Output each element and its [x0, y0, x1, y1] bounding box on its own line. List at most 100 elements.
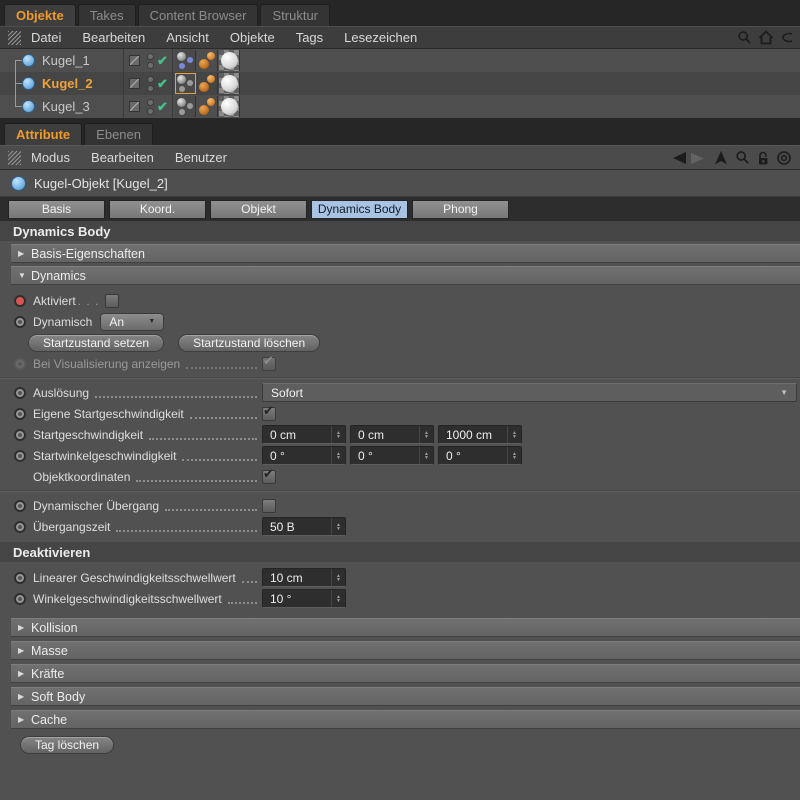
menu-lesezeichen[interactable]: Lesezeichen — [344, 30, 417, 45]
eigene-startgeschwindigkeit-checkbox[interactable]: ✔ — [262, 407, 276, 421]
section-kollision[interactable]: ▶ Kollision — [11, 618, 800, 637]
keyframe-circle[interactable] — [14, 521, 26, 533]
keyframe-circle[interactable] — [14, 429, 26, 441]
menu-datei[interactable]: Datei — [31, 30, 61, 45]
up-arrow-icon[interactable] — [713, 150, 729, 166]
tab-basis[interactable]: Basis — [8, 200, 105, 219]
startwinkel-y-field[interactable]: 0 °▲▼ — [350, 446, 434, 465]
collapse-arrow-icon[interactable]: ▶ — [18, 623, 26, 632]
startzustand-setzen-button[interactable]: Startzustand setzen — [28, 334, 164, 352]
ausloesung-dropdown[interactable]: Sofort ▼ — [262, 383, 797, 402]
stepper[interactable]: ▲▼ — [507, 447, 521, 464]
tab-dynamics-body[interactable]: Dynamics Body — [311, 200, 408, 219]
tab-objekt[interactable]: Objekt — [210, 200, 307, 219]
visibility-dots[interactable] — [147, 76, 154, 92]
rigid-body-tag-icon[interactable] — [197, 96, 218, 117]
startzustand-loeschen-button[interactable]: Startzustand löschen — [178, 334, 320, 352]
section-basis-eigenschaften[interactable]: ▶ Basis-Eigenschaften — [11, 244, 800, 263]
dynamics-tag-icon-selected[interactable] — [175, 73, 196, 94]
keyframe-circle[interactable] — [14, 500, 26, 512]
enabled-check-icon[interactable]: ✔ — [157, 53, 168, 69]
layer-icon[interactable] — [129, 101, 140, 112]
tab-koord[interactable]: Koord. — [109, 200, 206, 219]
object-name[interactable]: Kugel_1 — [42, 53, 90, 68]
panel-grip-icon[interactable] — [8, 31, 21, 45]
menu-objekte[interactable]: Objekte — [230, 30, 275, 45]
tab-phong[interactable]: Phong — [412, 200, 509, 219]
object-row-kugel1[interactable]: Kugel_1 ✔ — [0, 49, 800, 72]
section-cache[interactable]: ▶ Cache — [11, 710, 800, 729]
object-name[interactable]: Kugel_2 — [42, 76, 93, 91]
bei-visualisierung-checkbox[interactable]: ✔ — [262, 357, 276, 371]
stepper[interactable]: ▲▼ — [331, 518, 345, 535]
object-row-kugel3[interactable]: Kugel_3 ✔ — [0, 95, 800, 118]
section-dynamics[interactable]: ▼ Dynamics — [11, 266, 800, 285]
stepper[interactable]: ▲▼ — [331, 569, 345, 586]
dynamischer-uebergang-checkbox[interactable] — [262, 499, 276, 513]
menu-tags[interactable]: Tags — [296, 30, 323, 45]
startgeschwindigkeit-z-field[interactable]: 1000 cm▲▼ — [438, 425, 522, 444]
enabled-check-icon[interactable]: ✔ — [157, 99, 168, 115]
search-icon[interactable] — [737, 30, 752, 45]
tab-attribute[interactable]: Attribute — [4, 123, 82, 145]
stepper[interactable]: ▲▼ — [419, 426, 433, 443]
tab-objekte[interactable]: Objekte — [4, 4, 76, 26]
panel-grip-icon[interactable] — [8, 151, 21, 165]
winkel-schwellwert-field[interactable]: 10 °▲▼ — [262, 589, 346, 608]
stepper[interactable]: ▲▼ — [507, 426, 521, 443]
stepper[interactable]: ▲▼ — [331, 590, 345, 607]
menu-bearbeiten[interactable]: Bearbeiten — [82, 30, 145, 45]
linearer-schwellwert-field[interactable]: 10 cm▲▼ — [262, 568, 346, 587]
collapse-arrow-icon[interactable]: ▼ — [18, 271, 26, 280]
rigid-body-tag-icon[interactable] — [197, 73, 218, 94]
keyframe-circle[interactable] — [14, 387, 26, 399]
dynamics-tag-icon[interactable] — [175, 96, 196, 117]
startgeschwindigkeit-y-field[interactable]: 0 cm▲▼ — [350, 425, 434, 444]
collapse-arrow-icon[interactable]: ▶ — [18, 646, 26, 655]
layer-icon[interactable] — [129, 55, 140, 66]
keyframe-circle[interactable] — [14, 408, 26, 420]
object-name[interactable]: Kugel_3 — [42, 99, 90, 114]
startgeschwindigkeit-x-field[interactable]: 0 cm▲▼ — [262, 425, 346, 444]
tag-loeschen-button[interactable]: Tag löschen — [20, 736, 114, 754]
keyframe-circle-red[interactable] — [14, 295, 26, 307]
collapse-arrow-icon[interactable]: ▶ — [18, 669, 26, 678]
visibility-dots[interactable] — [147, 53, 154, 69]
collapse-arrow-icon[interactable]: ▶ — [18, 249, 26, 258]
tab-content-browser[interactable]: Content Browser — [138, 4, 259, 26]
uebergangszeit-field[interactable]: 50 B▲▼ — [262, 517, 346, 536]
collapse-arrow-icon[interactable]: ▶ — [18, 692, 26, 701]
material-tag-icon[interactable] — [219, 96, 240, 117]
history-back-forward-icon[interactable] — [671, 150, 707, 166]
material-tag-icon[interactable] — [219, 73, 240, 94]
target-icon[interactable] — [776, 150, 792, 166]
keyframe-circle[interactable] — [14, 572, 26, 584]
visibility-dots[interactable] — [147, 99, 154, 115]
menu-ansicht[interactable]: Ansicht — [166, 30, 209, 45]
search-icon[interactable] — [735, 150, 750, 165]
dynamics-tag-icon[interactable] — [175, 50, 196, 71]
startwinkel-x-field[interactable]: 0 °▲▼ — [262, 446, 346, 465]
aktiviert-checkbox[interactable] — [105, 294, 119, 308]
menu-bearbeiten[interactable]: Bearbeiten — [91, 150, 154, 165]
keyframe-circle[interactable] — [14, 593, 26, 605]
tab-takes[interactable]: Takes — [78, 4, 136, 26]
material-tag-icon[interactable] — [219, 50, 240, 71]
lock-open-icon[interactable] — [756, 150, 770, 166]
dynamisch-dropdown[interactable]: An ▼ — [100, 313, 164, 331]
stepper[interactable]: ▲▼ — [331, 447, 345, 464]
startwinkel-z-field[interactable]: 0 °▲▼ — [438, 446, 522, 465]
rigid-body-tag-icon[interactable] — [197, 50, 218, 71]
menu-modus[interactable]: Modus — [31, 150, 70, 165]
section-masse[interactable]: ▶ Masse — [11, 641, 800, 660]
tab-ebenen[interactable]: Ebenen — [84, 123, 153, 145]
stepper[interactable]: ▲▼ — [331, 426, 345, 443]
collapse-arrow-icon[interactable]: ▶ — [18, 715, 26, 724]
enabled-check-icon[interactable]: ✔ — [157, 76, 168, 92]
keyframe-circle[interactable] — [14, 316, 26, 328]
objektkoordinaten-checkbox[interactable]: ✔ — [262, 470, 276, 484]
layer-icon[interactable] — [129, 78, 140, 89]
menu-benutzer[interactable]: Benutzer — [175, 150, 227, 165]
home-icon[interactable] — [758, 30, 774, 45]
clipped-icon[interactable] — [780, 30, 792, 45]
